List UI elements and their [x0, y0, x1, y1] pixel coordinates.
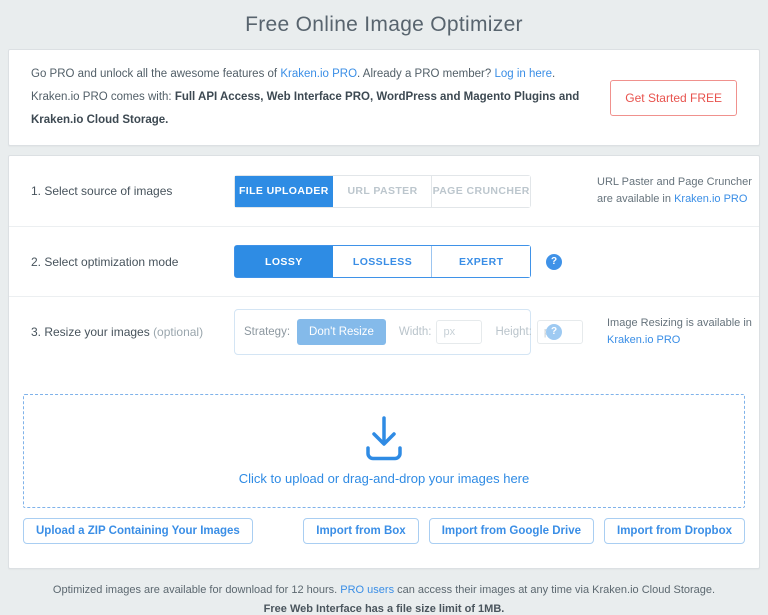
import-google-drive-button[interactable]: Import from Google Drive: [429, 518, 594, 544]
step-source-label: 1. Select source of images: [9, 184, 234, 198]
tab-file-uploader[interactable]: FILE UPLOADER: [235, 176, 333, 207]
tab-url-paster[interactable]: URL PASTER: [333, 176, 432, 207]
upload-zip-button[interactable]: Upload a ZIP Containing Your Images: [23, 518, 253, 544]
kraken-pro-link[interactable]: Kraken.io PRO: [674, 193, 747, 205]
actions-spacer: [253, 518, 303, 544]
step-source-row: 1. Select source of images FILE UPLOADER…: [9, 156, 759, 226]
banner-line-1: Go PRO and unlock all the awesome featur…: [31, 63, 610, 86]
step-resize-label: 3. Resize your images (optional): [9, 325, 234, 339]
kraken-pro-link[interactable]: Kraken.io PRO: [280, 68, 357, 80]
banner-line-2: Kraken.io PRO comes with: Full API Acces…: [31, 86, 610, 132]
strategy-dropdown[interactable]: Don't Resize: [297, 319, 386, 345]
resize-controls: Strategy: Don't Resize Width: Height: ?: [234, 309, 531, 355]
step-resize-label-optional: (optional): [153, 325, 203, 339]
height-label: Height:: [495, 326, 531, 338]
pro-users-link[interactable]: PRO users: [340, 584, 394, 596]
tab-lossy[interactable]: LOSSY: [235, 246, 333, 277]
download-arrow-icon: [358, 416, 410, 462]
resize-note-line1: Image Resizing is available in: [607, 315, 752, 332]
step-resize-row: 3. Resize your images (optional) Strateg…: [9, 296, 759, 366]
footer-line-1: Optimized images are available for downl…: [0, 584, 768, 596]
mode-tabs: LOSSY LOSSLESS EXPERT ?: [234, 245, 531, 278]
mode-help-icon[interactable]: ?: [546, 254, 562, 270]
banner-line1-end: .: [552, 68, 555, 80]
pro-banner: Go PRO and unlock all the awesome featur…: [8, 49, 760, 146]
resize-note-line2: Kraken.io PRO: [607, 332, 752, 349]
kraken-pro-link[interactable]: Kraken.io PRO: [607, 334, 680, 346]
login-link[interactable]: Log in here: [494, 68, 552, 80]
width-label: Width:: [399, 326, 432, 338]
optimizer-panel: 1. Select source of images FILE UPLOADER…: [8, 155, 760, 569]
resize-help-icon[interactable]: ?: [546, 324, 562, 340]
action-button-row: Upload a ZIP Containing Your Images Impo…: [23, 518, 745, 544]
resize-panel: Strategy: Don't Resize Width: Height:: [234, 309, 531, 355]
tab-page-cruncher[interactable]: PAGE CRUNCHER: [431, 176, 530, 207]
import-dropbox-button[interactable]: Import from Dropbox: [604, 518, 745, 544]
tab-lossless[interactable]: LOSSLESS: [333, 246, 432, 277]
source-note-line2-pre: are available in: [597, 193, 674, 205]
footer-line1-post: can access their images at any time via …: [394, 584, 715, 596]
step-mode-label: 2. Select optimization mode: [9, 255, 234, 269]
step-mode-row: 2. Select optimization mode LOSSY LOSSLE…: [9, 226, 759, 296]
footer: Optimized images are available for downl…: [0, 569, 768, 615]
mode-tab-group: LOSSY LOSSLESS EXPERT: [234, 245, 531, 278]
page-title: Free Online Image Optimizer: [0, 0, 768, 49]
step-resize-label-main: 3. Resize your images: [31, 325, 153, 339]
banner-line1-pre: Go PRO and unlock all the awesome featur…: [31, 68, 280, 80]
resize-pro-note: Image Resizing is available in Kraken.io…: [607, 315, 752, 349]
get-started-free-button[interactable]: Get Started FREE: [610, 80, 737, 116]
source-tabs: FILE UPLOADER URL PASTER PAGE CRUNCHER: [234, 175, 531, 208]
source-note-line2: are available in Kraken.io PRO: [597, 191, 752, 208]
width-input[interactable]: [436, 320, 482, 344]
banner-line1-mid: . Already a PRO member?: [357, 68, 494, 80]
import-box-button[interactable]: Import from Box: [303, 518, 418, 544]
footer-line1-pre: Optimized images are available for downl…: [53, 584, 340, 596]
banner-line2-pre: Kraken.io PRO comes with:: [31, 91, 175, 103]
pro-banner-text: Go PRO and unlock all the awesome featur…: [31, 63, 610, 132]
tab-expert[interactable]: EXPERT: [431, 246, 530, 277]
footer-line-2: Free Web Interface has a file size limit…: [0, 603, 768, 615]
strategy-label: Strategy:: [244, 326, 290, 338]
source-note-line1: URL Paster and Page Cruncher: [597, 174, 752, 191]
dropzone-text: Click to upload or drag-and-drop your im…: [239, 471, 530, 486]
source-tab-group: FILE UPLOADER URL PASTER PAGE CRUNCHER: [234, 175, 531, 208]
source-pro-note: URL Paster and Page Cruncher are availab…: [597, 174, 752, 208]
upload-dropzone[interactable]: Click to upload or drag-and-drop your im…: [23, 394, 745, 508]
